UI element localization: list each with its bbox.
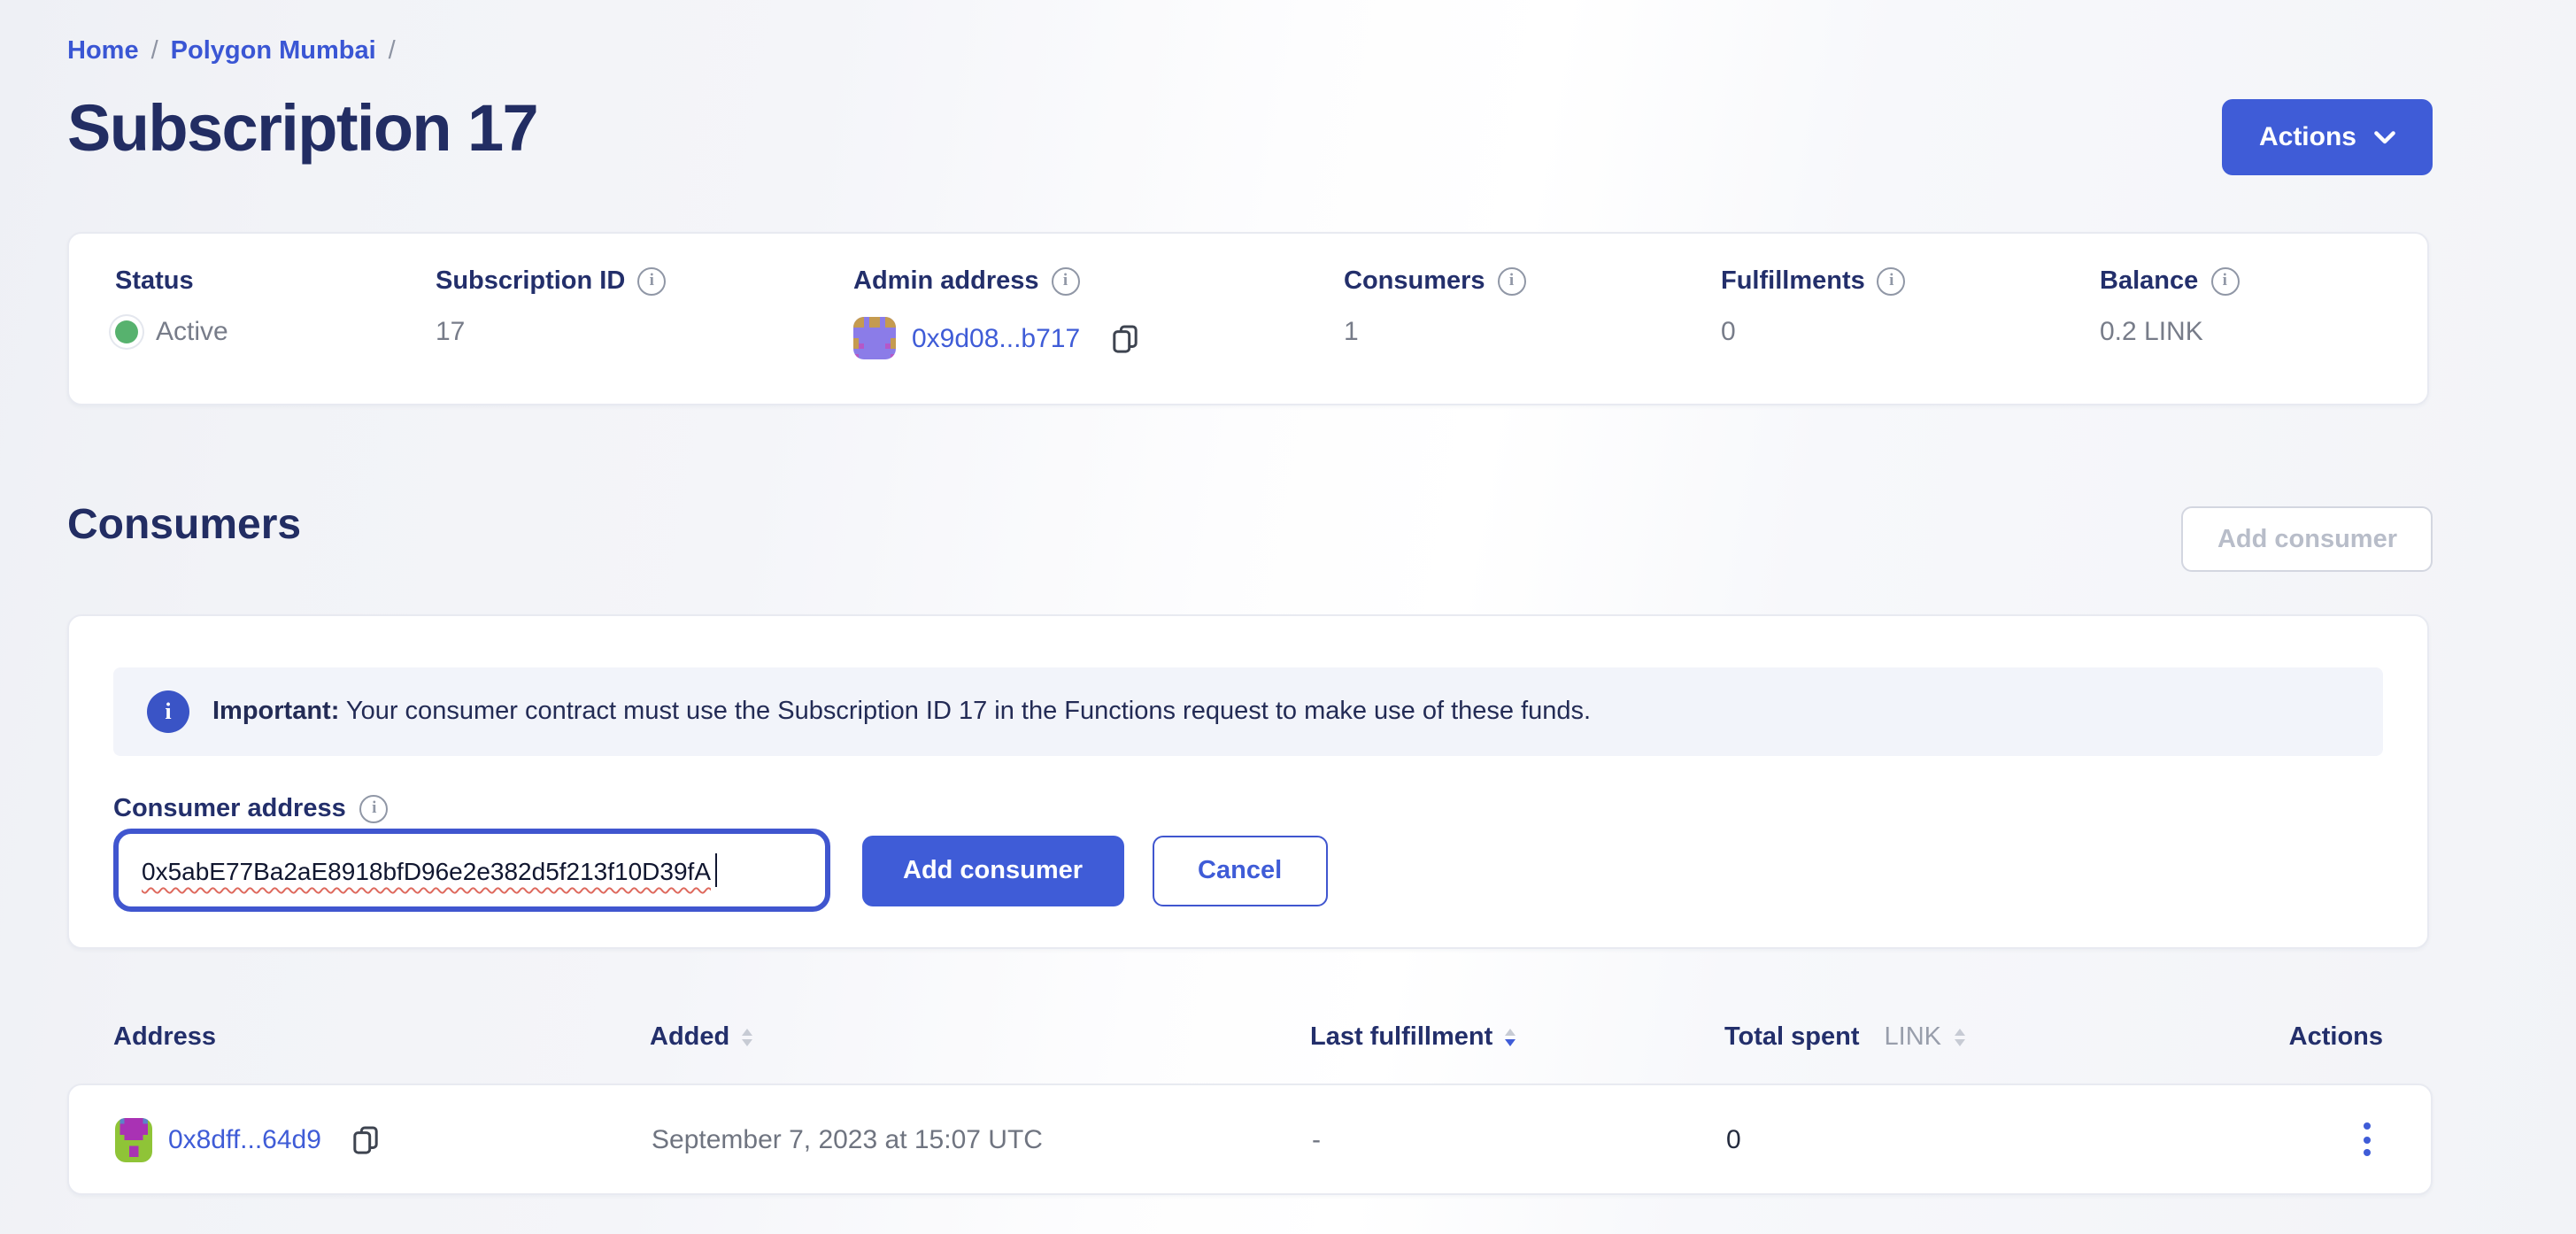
column-header-added-label: Added	[650, 1023, 729, 1052]
consumer-address-input-row: 0x5abE77Ba2aE8918bfD96e2e382d5f213f10D39…	[113, 829, 1328, 912]
consumer-address-label-row: Consumer address i	[113, 795, 389, 823]
summary-fulfillments: Fulfillments i 0	[1721, 267, 2100, 404]
consumers-section-title: Consumers	[67, 501, 301, 551]
consumers-label: Consumers	[1344, 267, 1485, 296]
fulfillments-label: Fulfillments	[1721, 267, 1865, 296]
summary-consumers: Consumers i 1	[1344, 267, 1721, 404]
actions-button[interactable]: Actions	[2222, 99, 2433, 175]
sort-arrows-icon-active	[1505, 1029, 1516, 1046]
text-caret	[714, 853, 717, 887]
add-consumer-button-disabled[interactable]: Add consumer	[2182, 506, 2433, 572]
admin-address-label: Admin address	[853, 267, 1039, 296]
column-header-address: Address	[113, 1023, 216, 1052]
column-header-actions: Actions	[2289, 1023, 2383, 1052]
banner-text: Important: Your consumer contract must u…	[212, 698, 1591, 726]
consumer-added-cell: September 7, 2023 at 15:07 UTC	[652, 1124, 1043, 1154]
add-consumer-submit-button[interactable]: Add consumer	[862, 835, 1123, 906]
info-icon[interactable]: i	[2210, 267, 2239, 296]
status-label: Status	[115, 267, 194, 296]
consumer-table-row: 0x8dff...64d9 September 7, 2023 at 15:07…	[67, 1084, 2433, 1195]
consumer-address-input-value: 0x5abE77Ba2aE8918bfD96e2e382d5f213f10D39…	[142, 856, 711, 884]
breadcrumb: Home / Polygon Mumbai /	[67, 37, 396, 66]
breadcrumb-link-polygon-mumbai[interactable]: Polygon Mumbai	[171, 37, 376, 66]
important-banner: i Important: Your consumer contract must…	[113, 667, 2383, 756]
summary-balance: Balance i 0.2 LINK	[2100, 267, 2239, 404]
row-actions-menu-button[interactable]	[2342, 1109, 2392, 1169]
info-icon[interactable]: i	[1052, 267, 1080, 296]
sort-arrows-icon	[1954, 1029, 1964, 1046]
column-header-total-spent[interactable]: Total spent LINK	[1724, 1023, 1964, 1052]
page-title: Subscription 17	[67, 89, 537, 170]
consumer-total-spent-cell: 0	[1726, 1124, 1741, 1154]
copy-admin-address-button[interactable]	[1112, 323, 1138, 353]
consumer-address-link[interactable]: 0x8dff...64d9	[168, 1124, 321, 1154]
consumers-value: 1	[1344, 317, 1359, 347]
summary-subscription-id: Subscription ID i 17	[436, 267, 853, 404]
banner-text-rest: Your consumer contract must use the Subs…	[339, 698, 1591, 726]
consumer-address-cell: 0x8dff...64d9	[115, 1117, 380, 1161]
banner-text-bold: Important:	[212, 698, 339, 726]
admin-identicon-avatar	[853, 317, 896, 359]
status-value: Active	[156, 317, 228, 347]
copy-consumer-address-button[interactable]	[353, 1124, 380, 1154]
subscription-summary-card: Status Active Subscription ID i 17 Admin…	[67, 232, 2429, 405]
actions-button-label: Actions	[2259, 122, 2356, 152]
breadcrumb-link-home[interactable]: Home	[67, 37, 139, 66]
subscription-id-label: Subscription ID	[436, 267, 625, 296]
cancel-button[interactable]: Cancel	[1152, 835, 1328, 906]
copy-icon	[1112, 323, 1138, 353]
subscription-id-value: 17	[436, 317, 465, 347]
column-header-added[interactable]: Added	[650, 1023, 752, 1052]
breadcrumb-separator: /	[389, 37, 396, 66]
breadcrumb-separator: /	[151, 37, 158, 66]
balance-value: 0.2 LINK	[2100, 317, 2203, 347]
info-filled-icon: i	[147, 690, 189, 733]
column-header-last-fulfillment[interactable]: Last fulfillment	[1310, 1023, 1516, 1052]
sort-arrows-icon	[742, 1029, 752, 1046]
fulfillments-value: 0	[1721, 317, 1736, 347]
subscription-page: Home / Polygon Mumbai / Subscription 17 …	[0, 0, 2576, 1234]
consumer-address-input[interactable]: 0x5abE77Ba2aE8918bfD96e2e382d5f213f10D39…	[113, 829, 830, 912]
consumer-identicon-avatar	[115, 1117, 152, 1161]
info-icon[interactable]: i	[360, 795, 389, 823]
consumers-table-header: Address Added Last fulfillment Total spe…	[67, 1023, 2429, 1059]
summary-admin-address: Admin address i 0x9d08...b717	[853, 267, 1344, 404]
admin-address-link[interactable]: 0x9d08...b717	[912, 323, 1080, 353]
chevron-down-icon	[2374, 130, 2395, 144]
consumer-address-label: Consumer address	[113, 795, 346, 823]
kebab-menu-icon	[2364, 1122, 2371, 1130]
info-icon[interactable]: i	[637, 267, 666, 296]
column-header-last-fulfillment-label: Last fulfillment	[1310, 1023, 1492, 1052]
status-active-dot	[115, 320, 138, 343]
copy-icon	[353, 1124, 380, 1154]
consumer-last-fulfillment-cell: -	[1312, 1124, 1321, 1154]
balance-label: Balance	[2100, 267, 2198, 296]
summary-status: Status Active	[115, 267, 436, 404]
info-icon[interactable]: i	[1878, 267, 1906, 296]
add-consumer-form-card: i Important: Your consumer contract must…	[67, 614, 2429, 949]
column-header-total-spent-unit: LINK	[1885, 1023, 1942, 1052]
column-header-total-spent-label: Total spent	[1724, 1023, 1860, 1052]
info-icon[interactable]: i	[1498, 267, 1526, 296]
